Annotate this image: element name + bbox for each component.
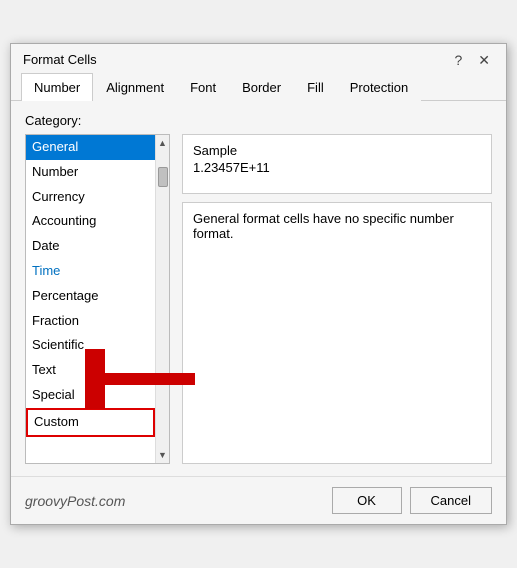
scrollbar[interactable]: ▲ ▼: [155, 135, 169, 463]
category-list-wrapper: General Number Currency Accounting Date …: [25, 134, 170, 464]
tab-alignment[interactable]: Alignment: [93, 73, 177, 101]
scroll-up-arrow[interactable]: ▲: [156, 135, 169, 151]
dialog-title: Format Cells: [23, 52, 97, 67]
category-item-number[interactable]: Number: [26, 160, 155, 185]
category-label: Category:: [25, 113, 492, 128]
main-area: General Number Currency Accounting Date …: [25, 134, 492, 464]
tab-font[interactable]: Font: [177, 73, 229, 101]
tab-protection[interactable]: Protection: [337, 73, 422, 101]
category-item-scientific[interactable]: Scientific: [26, 333, 155, 358]
tab-bar: Number Alignment Font Border Fill Protec…: [11, 73, 506, 101]
category-list: General Number Currency Accounting Date …: [26, 135, 155, 463]
category-item-fraction[interactable]: Fraction: [26, 309, 155, 334]
category-item-general[interactable]: General: [26, 135, 155, 160]
category-item-time[interactable]: Time: [26, 259, 155, 284]
scroll-thumb[interactable]: [158, 167, 168, 187]
tab-number[interactable]: Number: [21, 73, 93, 101]
dialog-footer: groovyPost.com OK Cancel: [11, 476, 506, 524]
title-bar-controls: ? ✕: [450, 53, 494, 67]
right-panel: Sample 1.23457E+11 General format cells …: [182, 134, 492, 464]
ok-button[interactable]: OK: [332, 487, 402, 514]
category-item-currency[interactable]: Currency: [26, 185, 155, 210]
scroll-down-arrow[interactable]: ▼: [156, 447, 169, 463]
tab-fill[interactable]: Fill: [294, 73, 337, 101]
category-item-custom[interactable]: Custom: [26, 408, 155, 437]
brand-label: groovyPost.com: [25, 493, 125, 509]
sample-box: Sample 1.23457E+11: [182, 134, 492, 194]
description-text: General format cells have no specific nu…: [193, 211, 454, 241]
category-item-date[interactable]: Date: [26, 234, 155, 259]
category-item-special[interactable]: Special: [26, 383, 155, 408]
tab-border[interactable]: Border: [229, 73, 294, 101]
category-list-container: General Number Currency Accounting Date …: [25, 134, 170, 464]
sample-value: 1.23457E+11: [193, 160, 481, 175]
category-item-accounting[interactable]: Accounting: [26, 209, 155, 234]
dialog-content: Category: General Number Currency Accoun…: [11, 101, 506, 476]
close-button[interactable]: ✕: [474, 53, 494, 67]
format-cells-dialog: Format Cells ? ✕ Number Alignment Font B…: [10, 43, 507, 525]
category-item-text[interactable]: Text: [26, 358, 155, 383]
footer-buttons: OK Cancel: [332, 487, 492, 514]
sample-label: Sample: [193, 143, 481, 158]
help-button[interactable]: ?: [450, 53, 466, 67]
cancel-button[interactable]: Cancel: [410, 487, 492, 514]
description-box: General format cells have no specific nu…: [182, 202, 492, 464]
title-bar: Format Cells ? ✕: [11, 44, 506, 73]
category-item-percentage[interactable]: Percentage: [26, 284, 155, 309]
